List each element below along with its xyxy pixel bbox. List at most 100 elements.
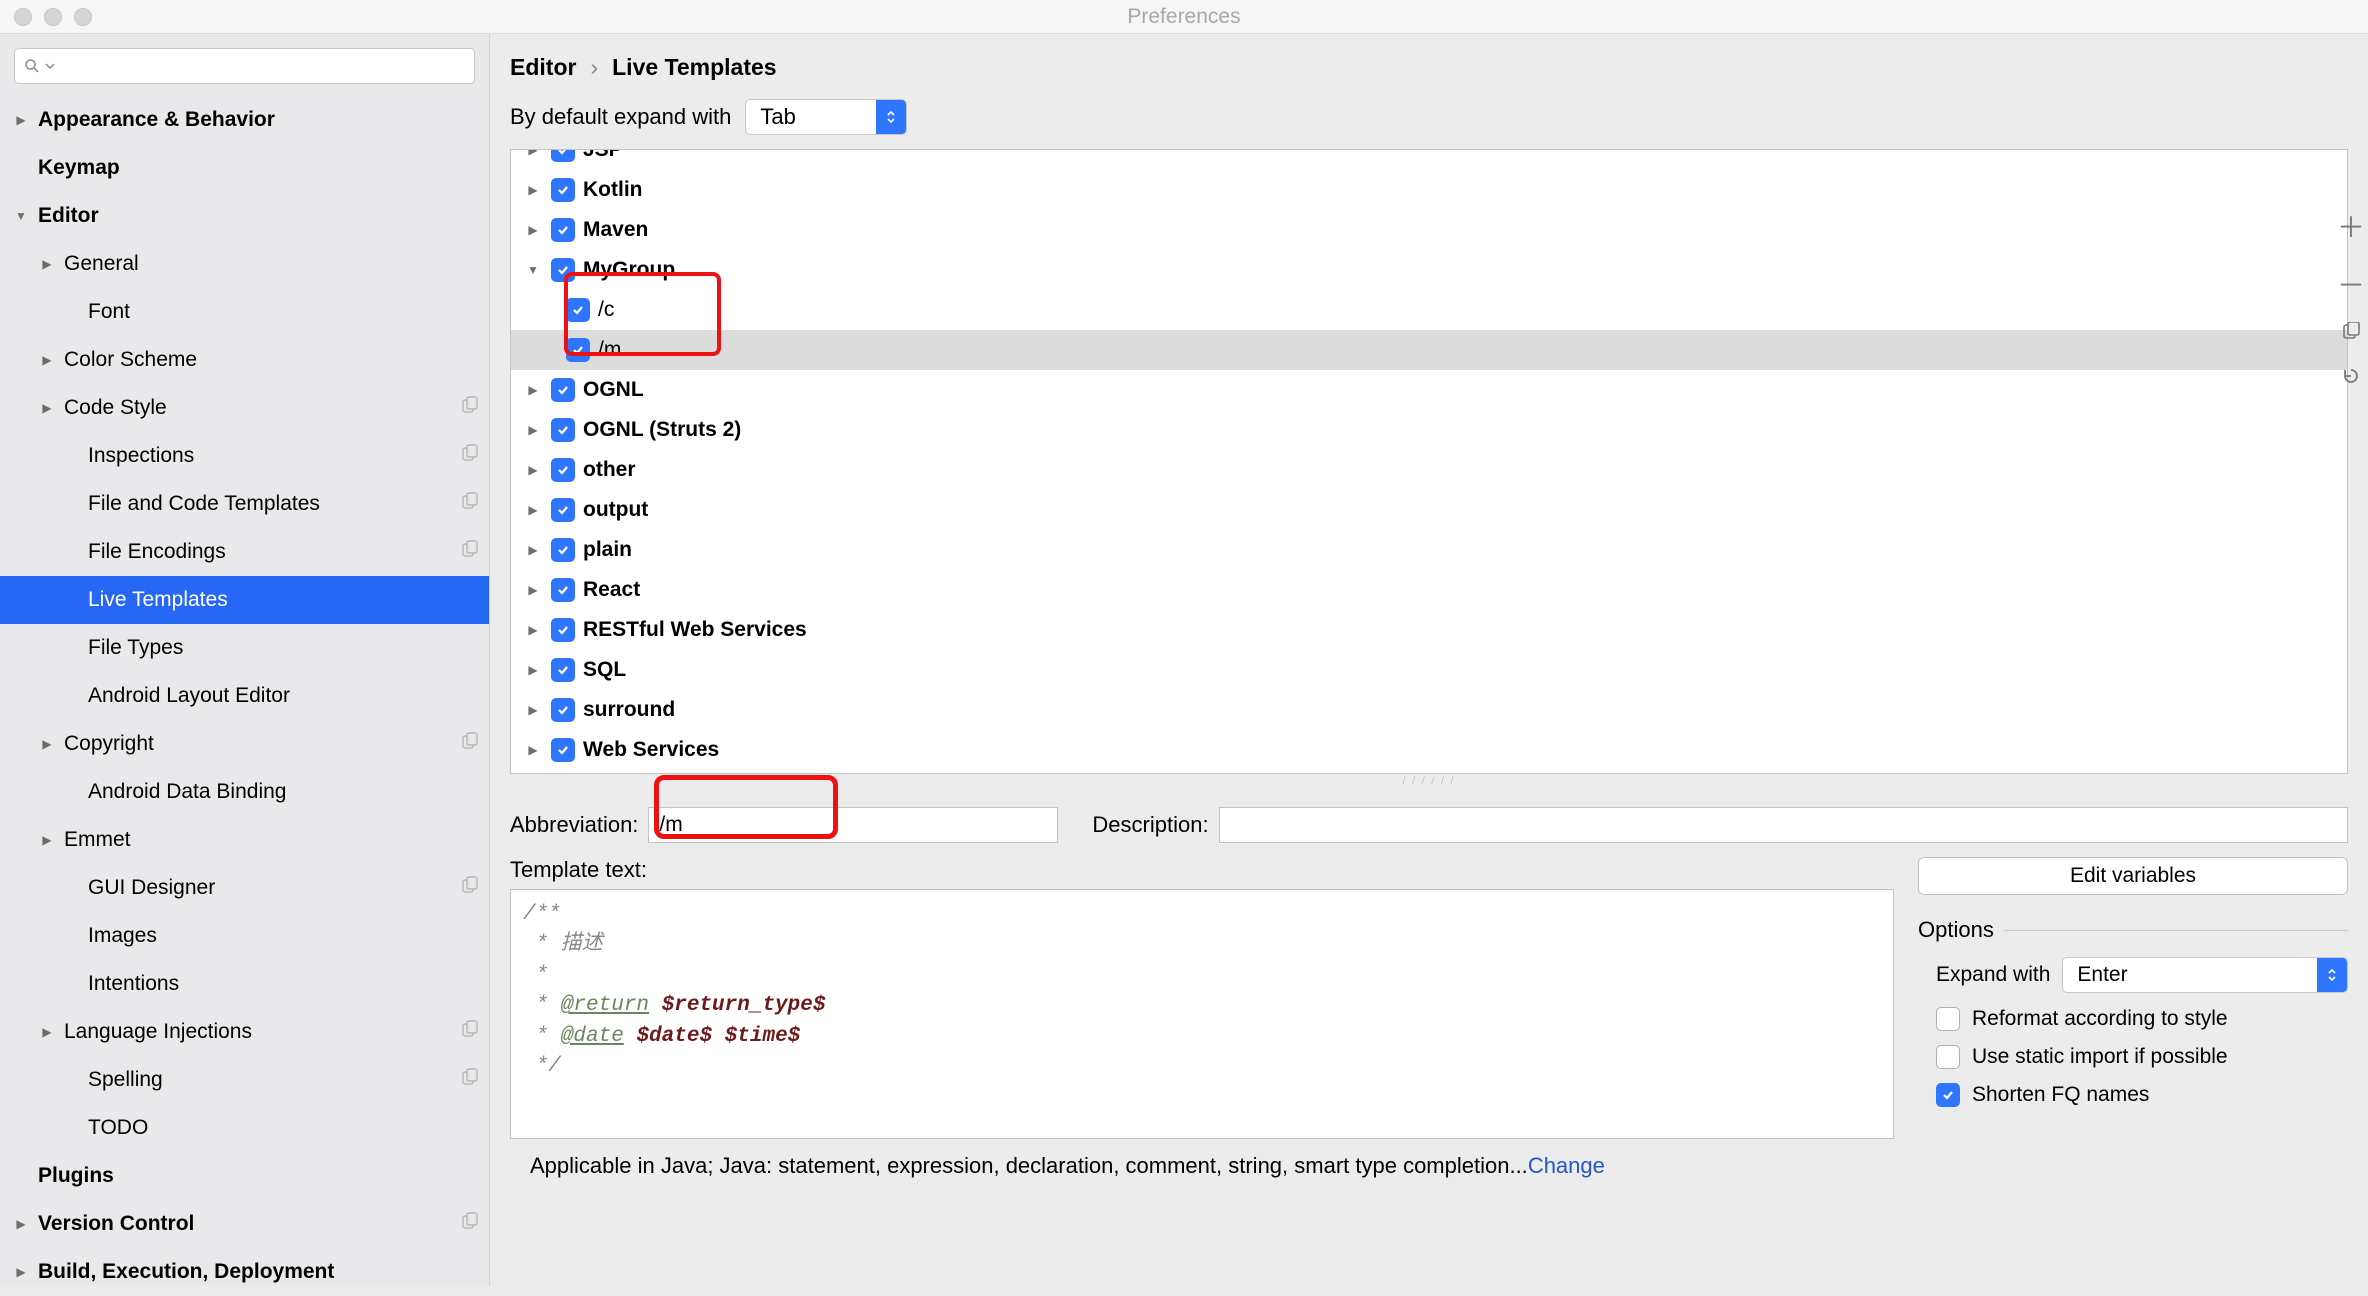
option-expand-with-select[interactable]: Enter bbox=[2062, 957, 2348, 993]
sidebar-item-intentions[interactable]: Intentions bbox=[0, 960, 489, 1008]
chevron-right-icon[interactable]: ▶ bbox=[523, 623, 543, 637]
edit-variables-button[interactable]: Edit variables bbox=[1918, 857, 2348, 895]
sidebar-item-appearance-behavior[interactable]: ▶Appearance & Behavior bbox=[0, 96, 489, 144]
chevron-right-icon[interactable]: ▶ bbox=[523, 743, 543, 757]
highlight-box bbox=[654, 775, 838, 839]
template-enabled-checkbox[interactable] bbox=[551, 738, 575, 762]
description-input[interactable] bbox=[1219, 807, 2348, 843]
template-enabled-checkbox[interactable] bbox=[551, 418, 575, 442]
template-enabled-checkbox[interactable] bbox=[551, 658, 575, 682]
template-enabled-checkbox[interactable] bbox=[551, 538, 575, 562]
change-contexts-link[interactable]: Change bbox=[1528, 1153, 1605, 1178]
chevron-right-icon[interactable]: ▶ bbox=[523, 423, 543, 437]
chevron-right-icon[interactable]: ▶ bbox=[523, 383, 543, 397]
template-text-editor[interactable]: /** * 描述 * * @return $return_type$ * @da… bbox=[510, 889, 1894, 1139]
sidebar-item-todo[interactable]: TODO bbox=[0, 1104, 489, 1152]
sidebar-item-android-data-binding[interactable]: Android Data Binding bbox=[0, 768, 489, 816]
copy-icon[interactable] bbox=[2341, 322, 2361, 348]
remove-icon[interactable]: － bbox=[2337, 264, 2365, 304]
tree-row[interactable]: ▶output bbox=[511, 490, 2347, 530]
chevron-right-icon: ▶ bbox=[10, 1265, 32, 1279]
static-import-checkbox[interactable] bbox=[1936, 1045, 1960, 1069]
chevron-up-down-icon bbox=[876, 100, 906, 134]
sidebar-item-editor[interactable]: ▼Editor bbox=[0, 192, 489, 240]
chevron-right-icon[interactable]: ▶ bbox=[523, 223, 543, 237]
sidebar-item-live-templates[interactable]: Live Templates bbox=[0, 576, 489, 624]
chevron-right-icon[interactable]: ▶ bbox=[523, 463, 543, 477]
sidebar-item-plugins[interactable]: Plugins bbox=[0, 1152, 489, 1200]
templates-tree[interactable]: ▶JSP▶Kotlin▶Maven▼MyGroup/c/m▶OGNL▶OGNL … bbox=[510, 149, 2348, 774]
sidebar-item-emmet[interactable]: ▶Emmet bbox=[0, 816, 489, 864]
template-enabled-checkbox[interactable] bbox=[551, 498, 575, 522]
sidebar-item-file-and-code-templates[interactable]: File and Code Templates bbox=[0, 480, 489, 528]
applicable-contexts: Applicable in Java; Java: statement, exp… bbox=[510, 1139, 1894, 1179]
tree-row[interactable]: ▶surround bbox=[511, 690, 2347, 730]
sidebar-item-spelling[interactable]: Spelling bbox=[0, 1056, 489, 1104]
reformat-label: Reformat according to style bbox=[1972, 1007, 2228, 1031]
chevron-down-icon[interactable]: ▼ bbox=[523, 263, 543, 277]
sidebar-item-label: General bbox=[64, 252, 479, 276]
chevron-right-icon[interactable]: ▶ bbox=[523, 149, 543, 157]
template-enabled-checkbox[interactable] bbox=[551, 378, 575, 402]
sidebar-item-label: File and Code Templates bbox=[88, 492, 455, 516]
sidebar-item-android-layout-editor[interactable]: Android Layout Editor bbox=[0, 672, 489, 720]
chevron-right-icon[interactable]: ▶ bbox=[523, 543, 543, 557]
sidebar-item-label: Font bbox=[88, 300, 479, 324]
sidebar-item-font[interactable]: Font bbox=[0, 288, 489, 336]
search-input[interactable] bbox=[14, 48, 475, 84]
chevron-up-down-icon bbox=[2317, 958, 2347, 992]
tree-row[interactable]: ▶OGNL bbox=[511, 370, 2347, 410]
tree-row[interactable]: /c bbox=[511, 290, 2347, 330]
tree-row[interactable]: ▶React bbox=[511, 570, 2347, 610]
tree-row[interactable]: ▶Kotlin bbox=[511, 170, 2347, 210]
options-group-label: Options bbox=[1918, 917, 2348, 943]
sidebar-item-gui-designer[interactable]: GUI Designer bbox=[0, 864, 489, 912]
chevron-right-icon[interactable]: ▶ bbox=[523, 503, 543, 517]
search-icon bbox=[23, 57, 41, 75]
settings-sidebar: ▶Appearance & BehaviorKeymap▼Editor▶Gene… bbox=[0, 34, 490, 1286]
tree-row[interactable]: ▶JSP bbox=[511, 149, 2347, 170]
window-title: Preferences bbox=[0, 5, 2368, 29]
sidebar-item-keymap[interactable]: Keymap bbox=[0, 144, 489, 192]
tree-row[interactable]: ▼MyGroup bbox=[511, 250, 2347, 290]
sidebar-item-build-execution-deployment[interactable]: ▶Build, Execution, Deployment bbox=[0, 1248, 489, 1296]
template-enabled-checkbox[interactable] bbox=[551, 178, 575, 202]
breadcrumb-root[interactable]: Editor bbox=[510, 54, 576, 81]
sidebar-item-file-encodings[interactable]: File Encodings bbox=[0, 528, 489, 576]
template-enabled-checkbox[interactable] bbox=[551, 218, 575, 242]
chevron-right-icon[interactable]: ▶ bbox=[523, 703, 543, 717]
shorten-fq-checkbox[interactable] bbox=[1936, 1083, 1960, 1107]
template-enabled-checkbox[interactable] bbox=[551, 149, 575, 162]
tree-row[interactable]: ▶plain bbox=[511, 530, 2347, 570]
reformat-checkbox[interactable] bbox=[1936, 1007, 1960, 1031]
sidebar-item-file-types[interactable]: File Types bbox=[0, 624, 489, 672]
revert-icon[interactable] bbox=[2341, 366, 2361, 392]
tree-row[interactable]: ▶OGNL (Struts 2) bbox=[511, 410, 2347, 450]
sidebar-item-language-injections[interactable]: ▶Language Injections bbox=[0, 1008, 489, 1056]
chevron-right-icon[interactable]: ▶ bbox=[523, 663, 543, 677]
profile-copy-icon bbox=[461, 492, 479, 516]
sidebar-item-copyright[interactable]: ▶Copyright bbox=[0, 720, 489, 768]
sidebar-item-version-control[interactable]: ▶Version Control bbox=[0, 1200, 489, 1248]
chevron-right-icon[interactable]: ▶ bbox=[523, 583, 543, 597]
tree-row[interactable]: ▶Web Services bbox=[511, 730, 2347, 770]
template-enabled-checkbox[interactable] bbox=[551, 698, 575, 722]
template-enabled-checkbox[interactable] bbox=[551, 458, 575, 482]
profile-copy-icon bbox=[461, 1212, 479, 1236]
tree-row[interactable]: ▶other bbox=[511, 450, 2347, 490]
sidebar-item-general[interactable]: ▶General bbox=[0, 240, 489, 288]
tree-row[interactable]: ▶SQL bbox=[511, 650, 2347, 690]
template-enabled-checkbox[interactable] bbox=[551, 578, 575, 602]
tree-row[interactable]: ▶Maven bbox=[511, 210, 2347, 250]
tree-row[interactable]: /m bbox=[511, 330, 2347, 370]
sidebar-item-images[interactable]: Images bbox=[0, 912, 489, 960]
template-enabled-checkbox[interactable] bbox=[551, 618, 575, 642]
add-icon[interactable]: ＋ bbox=[2337, 206, 2365, 246]
tree-row[interactable]: ▶RESTful Web Services bbox=[511, 610, 2347, 650]
expand-with-select[interactable]: Tab bbox=[745, 99, 907, 135]
profile-copy-icon bbox=[461, 444, 479, 468]
sidebar-item-code-style[interactable]: ▶Code Style bbox=[0, 384, 489, 432]
sidebar-item-color-scheme[interactable]: ▶Color Scheme bbox=[0, 336, 489, 384]
sidebar-item-inspections[interactable]: Inspections bbox=[0, 432, 489, 480]
chevron-right-icon[interactable]: ▶ bbox=[523, 183, 543, 197]
